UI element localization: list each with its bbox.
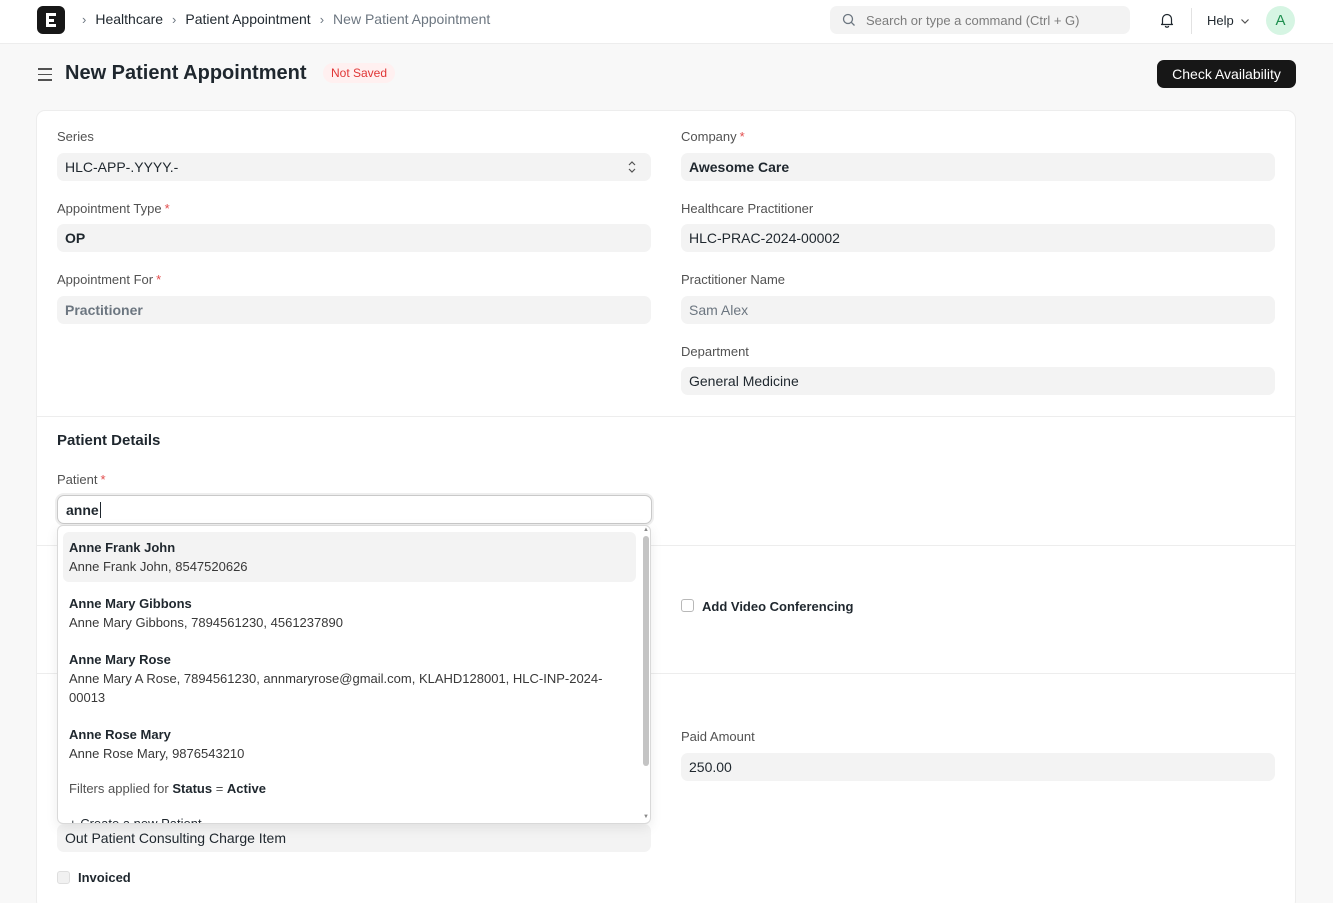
patient-label: Patient * [57,472,106,487]
series-value: HLC-APP-.YYYY.- [65,159,179,175]
billing-item-field[interactable]: Out Patient Consulting Charge Item [57,824,651,852]
nav-divider [1191,8,1192,34]
appointment-for-field[interactable]: Practitioner [57,296,651,324]
app-logo-icon[interactable] [37,6,65,34]
invoiced-checkbox [57,871,70,884]
patient-option-desc: Anne Rose Mary, 9876543210 [69,746,245,761]
avatar[interactable]: A [1266,6,1295,35]
search-placeholder: Search or type a command (Ctrl + G) [866,12,1080,28]
patient-option-title: Anne Rose Mary [69,727,171,742]
chevron-right-icon: › [82,11,87,27]
search-input[interactable]: Search or type a command (Ctrl + G) [830,6,1130,34]
patient-option-desc: Anne Frank John, 8547520626 [69,559,248,574]
series-label: Series [57,129,94,144]
breadcrumb-healthcare[interactable]: Healthcare [95,11,163,27]
breadcrumb: › Healthcare › Patient Appointment › New… [78,11,490,27]
practitioner-name-label: Practitioner Name [681,272,786,287]
paid-amount-label: Paid Amount [681,729,755,744]
patient-option[interactable]: Anne Frank John Anne Frank John, 8547520… [63,532,636,582]
search-icon [842,13,855,26]
filter-note: Filters applied for Status = Active [69,781,266,796]
healthcare-practitioner-field[interactable]: HLC-PRAC-2024-00002 [681,224,1275,252]
company-field[interactable]: Awesome Care [681,153,1275,181]
filter-value: Active [226,781,266,796]
dropdown-scrollbar[interactable] [643,536,649,766]
scroll-up-icon[interactable]: ▲ [643,527,649,533]
select-arrows-icon [628,161,636,173]
healthcare-practitioner-label: Healthcare Practitioner [681,201,814,216]
patient-option-title: Anne Mary Rose [69,652,171,667]
chevron-right-icon: › [319,11,325,27]
company-label: Company * [681,129,745,144]
filter-prefix: Filters applied for [69,781,169,796]
patient-option-desc: Anne Mary Gibbons, 7894561230, 456123789… [69,615,343,630]
department-field[interactable]: General Medicine [681,367,1275,395]
breadcrumb-new-patient-appointment[interactable]: New Patient Appointment [333,11,490,27]
check-availability-button[interactable]: Check Availability [1157,60,1296,88]
patient-details-title: Patient Details [57,432,161,449]
chevron-down-icon [1240,18,1249,24]
text-cursor [99,501,101,518]
sidebar-toggle-icon[interactable] [38,68,52,85]
notification-bell-icon[interactable] [1158,11,1176,29]
add-video-conferencing-label: Add Video Conferencing [702,599,854,614]
section-divider [36,416,1296,417]
filter-field: Status [172,781,213,796]
patient-input-value: anne [66,501,99,518]
appointment-for-label: Appointment For * [57,272,162,287]
series-select[interactable]: HLC-APP-.YYYY.- [57,153,651,181]
patient-option-title: Anne Frank John [69,540,176,555]
paid-amount-field[interactable]: 250.00 [681,753,1275,781]
patient-option[interactable]: Anne Mary Rose Anne Mary A Rose, 7894561… [63,644,636,713]
page-header: New Patient Appointment Not Saved Check … [0,44,1333,106]
add-video-conferencing-checkbox[interactable] [681,599,694,612]
help-label: Help [1207,13,1234,28]
practitioner-name-field: Sam Alex [681,296,1275,324]
chevron-right-icon: › [172,11,177,27]
help-dropdown[interactable]: Help [1207,13,1251,28]
invoiced-label: Invoiced [78,870,131,885]
patient-option-desc: Anne Mary A Rose, 7894561230, annmaryros… [69,671,603,705]
appointment-type-field[interactable]: OP [57,224,651,252]
patient-autocomplete-dropdown: Anne Frank John Anne Frank John, 8547520… [57,525,651,824]
create-new-patient-option[interactable]: + Create a new Patient [69,816,202,823]
scroll-down-icon[interactable]: ▼ [643,814,649,820]
department-label: Department [681,344,749,359]
patient-input[interactable]: anne [57,495,652,524]
patient-option[interactable]: Anne Rose Mary Anne Rose Mary, 987654321… [63,719,636,769]
patient-option[interactable]: Anne Mary Gibbons Anne Mary Gibbons, 789… [63,588,636,638]
patient-option-title: Anne Mary Gibbons [69,596,192,611]
navbar: › Healthcare › Patient Appointment › New… [0,0,1333,44]
page-title: New Patient Appointment [65,62,307,84]
appointment-type-label: Appointment Type * [57,201,170,216]
breadcrumb-patient-appointment[interactable]: Patient Appointment [185,11,310,27]
status-badge: Not Saved [323,63,396,83]
filter-op: = [215,781,224,796]
